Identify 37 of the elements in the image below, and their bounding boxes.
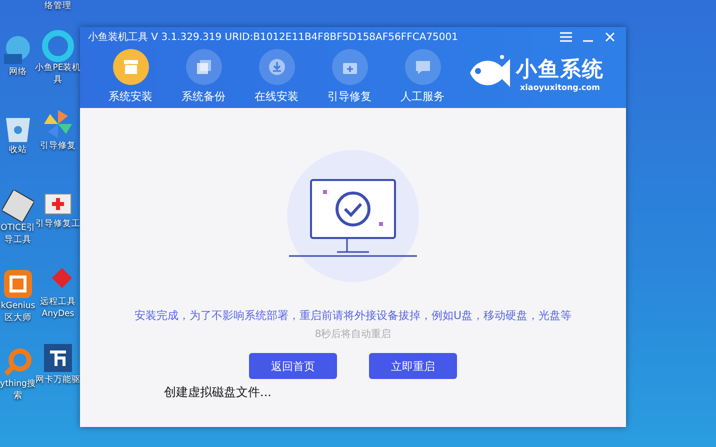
desktop-icon-label[interactable]: 网络 — [9, 66, 27, 78]
desktop-icon-label[interactable]: 引导修复 — [40, 140, 76, 152]
status-overlay-text: 创建虚拟磁盘文件... — [164, 385, 272, 399]
desktop-icon-label[interactable]: 小鱼PE装机 — [34, 62, 82, 74]
nav-tab[interactable]: 系统安装 — [94, 49, 167, 104]
restart-now-button[interactable]: 立即重启 — [369, 353, 457, 379]
desktop-icon-label[interactable]: 具 — [54, 74, 62, 86]
restart-countdown: 8秒后将自动重启 — [314, 328, 392, 341]
pinwheel-icon[interactable] — [42, 108, 74, 140]
nav-tab[interactable]: 人工服务 — [386, 49, 459, 104]
desktop-icon-label[interactable]: kGenius — [0, 300, 36, 312]
logo-url: xiaoyuxitong.com — [520, 82, 600, 92]
back-home-button[interactable]: 返回首页 — [249, 353, 337, 379]
wan-logo-icon[interactable] — [42, 342, 74, 374]
download-icon — [268, 58, 286, 76]
install-complete-message: 安装完成，为了不影响系统部署，重启前请将外接设备拔掉，例如U盘，移动硬盘，光盘等 — [134, 308, 572, 323]
desktop-icon-label[interactable]: 索 — [14, 390, 22, 402]
desktop-icon-label[interactable]: OTICE引 — [0, 222, 36, 234]
desktop-icon-label[interactable]: 引导修复工 — [36, 218, 80, 230]
desktop-icon-label[interactable]: 收站 — [9, 144, 27, 156]
desktop-icon-label[interactable]: 远程工具 — [40, 296, 76, 308]
nav-tab[interactable]: 引导修复 — [313, 49, 386, 104]
logo-name: 小鱼系统 — [516, 56, 604, 82]
chat-bubble-icon — [414, 58, 432, 76]
nav-tab[interactable]: 在线安装 — [240, 49, 313, 104]
desktop-icon-label[interactable]: ything搜 — [0, 378, 36, 390]
desktop-icon-label[interactable]: 区大师 — [4, 312, 32, 324]
desktop-icon-label[interactable]: AnyDes — [42, 308, 74, 320]
desktop-icon-label[interactable]: 络管理 — [44, 0, 72, 12]
desktop-icon-label[interactable]: 导工具 — [4, 234, 32, 246]
square-logo-icon[interactable] — [2, 268, 34, 300]
desktop-icon-label[interactable]: 网卡万能驱 — [36, 374, 80, 386]
swirl-logo-icon[interactable] — [42, 30, 74, 62]
window-title: 小鱼装机工具 V 3.1.329.319 URID:B1012E11B4F8BF5D158AF56FFCA75001 — [88, 30, 460, 44]
stacked-windows-icon — [194, 58, 212, 76]
box-icon — [122, 58, 140, 76]
nav-tab[interactable]: 系统备份 — [167, 49, 240, 104]
